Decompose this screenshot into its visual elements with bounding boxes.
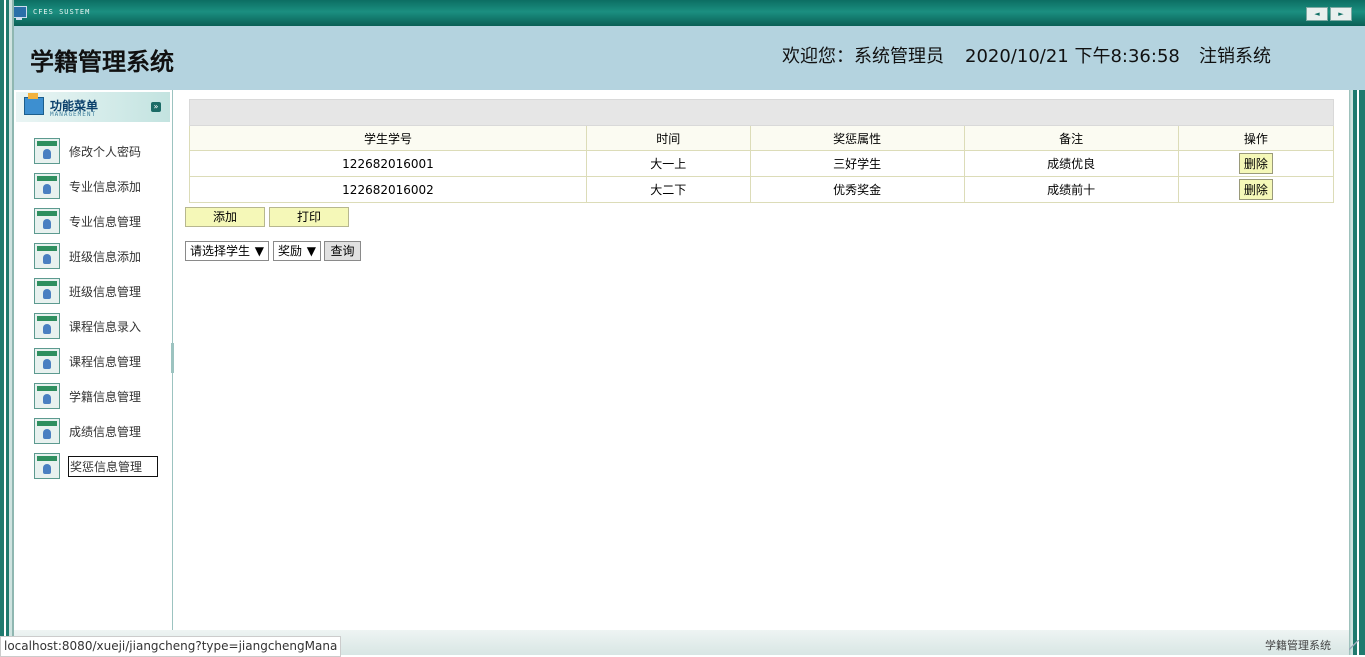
type-select[interactable]: 奖励 ▼ <box>273 241 321 261</box>
user-card-icon <box>34 313 60 339</box>
sidebar-item-label: 班级信息添加 <box>69 250 142 264</box>
student-id-cell: 122682016001 <box>189 150 587 177</box>
user-card-icon <box>34 278 60 304</box>
column-header: 学生学号 <box>189 125 587 151</box>
user-card-icon <box>34 243 60 269</box>
type-select-value: 奖励 <box>278 244 303 258</box>
type-cell: 优秀奖金 <box>749 176 965 203</box>
window-titlebar: CFES SUSTEM ◄ ► <box>0 0 1365 26</box>
sidebar-menu: 修改个人密码 专业信息添加 专业信息管理 班级信息添加 班级信息管理 课程信息录… <box>34 138 164 488</box>
column-header: 备注 <box>963 125 1179 151</box>
reward-table: 学生学号 时间 奖惩属性 备注 操作 122682016001 大一上 三好学生… <box>189 99 1335 203</box>
sidebar-item-class-add[interactable]: 班级信息添加 <box>34 243 164 278</box>
print-button[interactable]: 打印 <box>269 207 349 227</box>
table-row: 122682016002 大二下 优秀奖金 成绩前十 删除 <box>189 176 1335 203</box>
system-title: CFES SUSTEM <box>33 8 91 16</box>
sidebar-item-grade-manage[interactable]: 成绩信息管理 <box>34 418 164 453</box>
menu-folder-icon <box>24 93 44 115</box>
nav-next-button[interactable]: ► <box>1330 7 1352 21</box>
welcome-text: 欢迎您：系统管理员 <box>782 46 944 67</box>
column-header: 时间 <box>585 125 751 151</box>
user-card-icon <box>34 208 60 234</box>
user-card-icon <box>34 138 60 164</box>
query-button[interactable]: 查询 <box>324 241 361 261</box>
status-url: localhost:8080/xueji/jiangcheng?type=jia… <box>0 636 342 657</box>
sidebar-item-status-manage[interactable]: 学籍信息管理 <box>34 383 164 418</box>
user-card-icon <box>34 173 60 199</box>
sidebar-item-label: 班级信息管理 <box>69 285 142 299</box>
delete-button[interactable]: 删除 <box>1238 179 1273 200</box>
table-row: 122682016001 大一上 三好学生 成绩优良 删除 <box>189 150 1335 177</box>
sidebar-item-label: 专业信息添加 <box>69 180 142 194</box>
dropdown-arrow-icon: ▼ <box>306 244 316 258</box>
sidebar-item-major-manage[interactable]: 专业信息管理 <box>34 208 164 243</box>
column-header: 奖惩属性 <box>749 125 965 151</box>
table-caption-bar <box>189 99 1334 126</box>
note-cell: 成绩优良 <box>963 150 1179 177</box>
dropdown-arrow-icon: ▼ <box>254 244 264 258</box>
sidebar-item-label: 学籍信息管理 <box>69 390 142 404</box>
table-header-row: 学生学号 时间 奖惩属性 备注 操作 <box>189 125 1335 151</box>
sidebar-item-course-entry[interactable]: 课程信息录入 <box>34 313 164 348</box>
app-header: 学籍管理系统 欢迎您：系统管理员 2020/10/21 下午8:36:58 注销… <box>14 26 1365 90</box>
action-cell: 删除 <box>1177 176 1335 203</box>
delete-button[interactable]: 删除 <box>1238 153 1273 174</box>
sidebar-item-class-manage[interactable]: 班级信息管理 <box>34 278 164 313</box>
column-header: 操作 <box>1177 125 1335 151</box>
main-content: 学生学号 时间 奖惩属性 备注 操作 122682016001 大一上 三好学生… <box>175 90 1349 630</box>
time-cell: 大一上 <box>585 150 751 177</box>
sidebar-item-label: 专业信息管理 <box>69 215 142 229</box>
sidebar-subtitle: MANAGEMENT <box>50 111 97 118</box>
app-title: 学籍管理系统 <box>30 48 174 76</box>
sidebar-splitter-handle[interactable] <box>171 343 174 373</box>
sidebar-header: 功能菜单 MANAGEMENT » <box>16 92 170 122</box>
sidebar-item-label: 课程信息管理 <box>69 355 142 369</box>
sidebar-item-reward-manage[interactable]: 奖惩信息管理 <box>34 453 164 488</box>
note-cell: 成绩前十 <box>963 176 1179 203</box>
sidebar: 功能菜单 MANAGEMENT » 修改个人密码 专业信息添加 专业信息管理 班… <box>14 90 173 630</box>
time-cell: 大二下 <box>585 176 751 203</box>
collapse-icon[interactable]: » <box>151 102 161 112</box>
sidebar-item-label: 奖惩信息管理 <box>68 456 158 477</box>
frame-left-border <box>0 0 14 655</box>
student-select-value: 请选择学生 <box>190 244 251 258</box>
resize-grip-icon[interactable] <box>1349 640 1359 650</box>
student-select[interactable]: 请选择学生 ▼ <box>185 241 269 261</box>
action-cell: 删除 <box>1177 150 1335 177</box>
user-card-icon <box>34 418 60 444</box>
current-datetime: 2020/10/21 下午8:36:58 <box>965 46 1180 67</box>
sidebar-item-label: 成绩信息管理 <box>69 425 142 439</box>
user-card-icon <box>34 453 60 479</box>
sidebar-item-major-add[interactable]: 专业信息添加 <box>34 173 164 208</box>
sidebar-item-course-manage[interactable]: 课程信息管理 <box>34 348 164 383</box>
logout-link[interactable]: 注销系统 <box>1199 42 1271 68</box>
sidebar-item-label: 课程信息录入 <box>69 320 142 334</box>
add-button[interactable]: 添加 <box>185 207 265 227</box>
type-cell: 三好学生 <box>749 150 965 177</box>
nav-prev-button[interactable]: ◄ <box>1306 7 1328 21</box>
sidebar-item-label: 修改个人密码 <box>69 145 142 159</box>
frame-right-border <box>1349 90 1365 655</box>
student-id-cell: 122682016002 <box>189 176 587 203</box>
footer-title: 学籍管理系统 <box>1265 639 1331 652</box>
user-card-icon <box>34 383 60 409</box>
user-card-icon <box>34 348 60 374</box>
sidebar-item-change-password[interactable]: 修改个人密码 <box>34 138 164 173</box>
